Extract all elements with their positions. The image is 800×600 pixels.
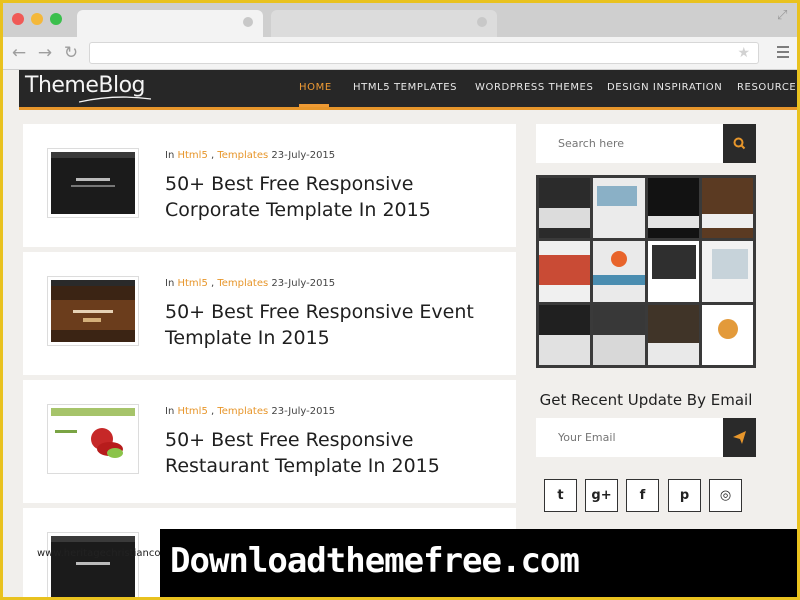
post-date: 23-July-2015: [271, 278, 336, 289]
post-title[interactable]: 50+ Best Free Responsive Corporate Templ…: [165, 171, 505, 223]
site-header: ThemeBlog HOME HTML5 TEMPLATES WORDPRESS…: [19, 70, 797, 110]
site-logo[interactable]: ThemeBlog: [25, 73, 146, 98]
forward-icon[interactable]: →: [35, 43, 55, 63]
active-nav-underline: [299, 104, 329, 107]
browser-toolbar: ← → ↻ ★: [3, 37, 797, 70]
nav-home[interactable]: HOME: [299, 82, 332, 93]
category-link[interactable]: Html5: [177, 278, 207, 289]
category-link[interactable]: Templates: [217, 278, 268, 289]
browser-tab-active[interactable]: [77, 10, 263, 37]
category-link[interactable]: Templates: [217, 150, 268, 161]
post-card: In Html5 , Templates 23-July-2015 50+ Be…: [23, 380, 516, 503]
tab-bar: ⤢: [3, 3, 797, 37]
meta-in-label: In: [165, 406, 175, 417]
post-title[interactable]: 50+ Best Free Responsive Event Template …: [165, 299, 505, 351]
watermark-text: Downloadthemefree.com: [170, 541, 580, 581]
nav-wordpress-themes[interactable]: WORDPRESS THEMES: [475, 82, 593, 93]
post-date: 23-July-2015: [271, 406, 336, 417]
facebook-icon[interactable]: f: [626, 479, 659, 512]
google-plus-icon[interactable]: g+: [585, 479, 618, 512]
browser-menu-icon[interactable]: [777, 46, 789, 58]
twitter-icon[interactable]: t: [544, 479, 577, 512]
browser-window: ⤢ ← → ↻ ★ ThemeBlog HOME HTML5 TEMPLATES…: [3, 3, 797, 597]
post-card: In Html5 , Templates 23-July-2015 50+ Be…: [23, 252, 516, 375]
reload-icon[interactable]: ↻: [61, 43, 81, 63]
minimize-window-button[interactable]: [31, 13, 43, 25]
post-card: In Html5 , Templates 23-July-2015 50+ Be…: [23, 124, 516, 247]
close-tab-icon[interactable]: [477, 17, 487, 27]
post-meta: In Html5 , Templates 23-July-2015: [165, 150, 335, 161]
search-button[interactable]: [723, 124, 756, 163]
meta-separator: ,: [211, 278, 215, 289]
post-meta: In Html5 , Templates 23-July-2015: [165, 278, 335, 289]
watermark-banner: Downloadthemefree.com: [160, 529, 797, 597]
template-mosaic-image[interactable]: [536, 175, 756, 368]
category-link[interactable]: Templates: [217, 406, 268, 417]
post-meta: In Html5 , Templates 23-July-2015: [165, 406, 335, 417]
newsletter-title: Get Recent Update By Email: [539, 391, 753, 409]
search-icon: [733, 137, 746, 150]
bookmark-star-icon[interactable]: ★: [737, 45, 750, 61]
post-thumbnail[interactable]: [47, 148, 139, 218]
email-field[interactable]: [536, 418, 723, 457]
nav-resource[interactable]: RESOURCE: [737, 82, 796, 93]
category-link[interactable]: Html5: [177, 150, 207, 161]
category-link[interactable]: Html5: [177, 406, 207, 417]
address-bar[interactable]: ★: [89, 42, 759, 64]
browser-chrome: ⤢ ← → ↻ ★: [3, 3, 797, 70]
search-input[interactable]: [536, 124, 723, 163]
post-thumbnail[interactable]: [47, 404, 139, 474]
maximize-window-button[interactable]: [50, 13, 62, 25]
post-thumbnail[interactable]: [47, 276, 139, 346]
close-tab-icon[interactable]: [243, 17, 253, 27]
instagram-icon[interactable]: ◎: [709, 479, 742, 512]
meta-in-label: In: [165, 278, 175, 289]
post-date: 23-July-2015: [271, 150, 336, 161]
nav-design-inspiration[interactable]: DESIGN INSPIRATION: [607, 82, 722, 93]
meta-in-label: In: [165, 150, 175, 161]
meta-separator: ,: [211, 150, 215, 161]
pinterest-icon[interactable]: p: [668, 479, 701, 512]
meta-separator: ,: [211, 406, 215, 417]
main-nav: HOME HTML5 TEMPLATES WORDPRESS THEMES DE…: [289, 70, 797, 107]
subscribe-button[interactable]: [723, 418, 756, 457]
logo-swoosh: [79, 96, 151, 103]
post-title[interactable]: 50+ Best Free Responsive Restaurant Temp…: [165, 427, 505, 479]
nav-html5-templates[interactable]: HTML5 TEMPLATES: [353, 82, 457, 93]
fullscreen-icon[interactable]: ⤢: [777, 9, 791, 23]
send-icon: [733, 431, 746, 444]
back-icon[interactable]: ←: [9, 43, 29, 63]
post-thumbnail[interactable]: [47, 532, 139, 597]
browser-tab-inactive[interactable]: [271, 10, 497, 37]
close-window-button[interactable]: [12, 13, 24, 25]
